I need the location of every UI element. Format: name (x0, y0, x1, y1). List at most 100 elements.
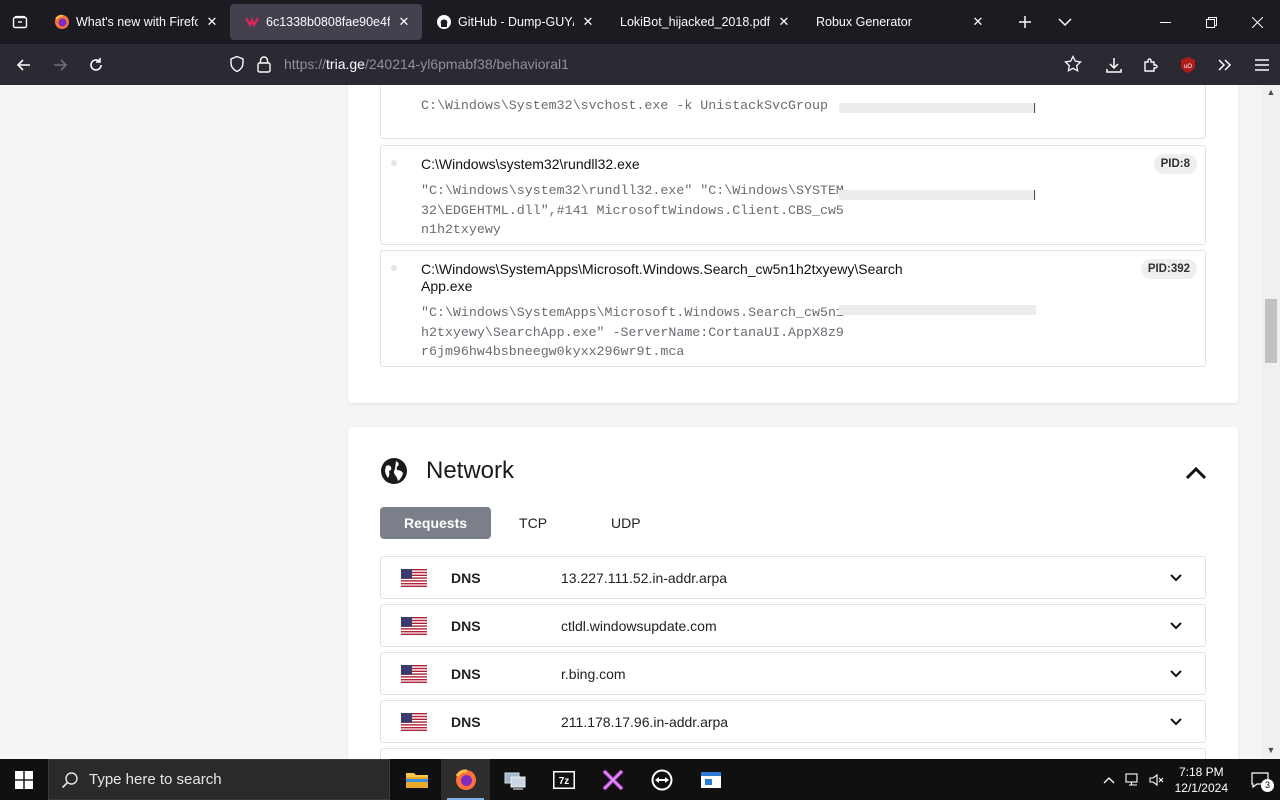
chevron-up-icon (1103, 776, 1115, 783)
section-title: Network (426, 457, 515, 484)
network-icon (1125, 772, 1138, 786)
network-app[interactable] (490, 759, 539, 800)
tab-github[interactable]: GitHub - Dump-GUY/Mal ✕ (422, 4, 606, 40)
volume-button[interactable] (1145, 759, 1169, 800)
close-tab-icon[interactable]: ✕ (204, 14, 220, 30)
triage-icon (245, 17, 259, 28)
ublock-button[interactable]: uO (1169, 44, 1206, 85)
pid-badge: PID:8 (1153, 154, 1197, 174)
show-hidden-icons-button[interactable] (1097, 759, 1121, 800)
page-scrollbar[interactable]: ▲ ▼ (1262, 85, 1280, 759)
scroll-up-icon[interactable]: ▲ (1265, 87, 1277, 99)
plus-icon (1019, 16, 1031, 28)
navigation-toolbar: https://tria.ge/240214-yl6pmabf38/behavi… (0, 44, 1280, 85)
window-controls (1142, 0, 1280, 44)
request-protocol: DNS (451, 666, 481, 682)
tracking-protection-icon[interactable] (228, 55, 246, 73)
chevron-down-icon[interactable] (1169, 716, 1183, 728)
lock-icon[interactable] (256, 55, 272, 73)
system-tray: 7:18 PM 12/1/2024 3 (1097, 759, 1280, 800)
request-row[interactable] (380, 748, 1206, 759)
clock-date: 12/1/2024 (1174, 780, 1228, 795)
github-icon (437, 15, 451, 29)
redacted-divider (1034, 103, 1035, 113)
us-flag-icon (401, 665, 427, 683)
close-tab-icon[interactable]: ✕ (776, 14, 792, 30)
teamviewer-app[interactable] (637, 759, 686, 800)
request-row[interactable]: DNS ctldl.windowsupdate.com (380, 604, 1206, 647)
pid-badge: PID:392 (1140, 259, 1197, 279)
redacted-divider (1034, 190, 1035, 200)
tab-robux[interactable]: Robux Generator ✕ (802, 4, 996, 40)
close-tab-icon[interactable]: ✕ (580, 14, 596, 30)
windows-logo-icon (15, 770, 33, 789)
tab-label: Robux Generator (816, 15, 912, 29)
chevron-down-icon[interactable] (1169, 620, 1183, 632)
bookmark-star-icon[interactable] (1064, 55, 1082, 73)
svg-text:7z: 7z (558, 776, 569, 787)
scroll-down-icon[interactable]: ▼ (1265, 745, 1277, 757)
chevron-down-icon[interactable] (1169, 668, 1183, 680)
close-window-button[interactable] (1234, 0, 1280, 44)
7zip-app[interactable]: 7z (539, 759, 588, 800)
clock-time: 7:18 PM (1178, 764, 1224, 779)
tab-overflow-button[interactable] (1050, 7, 1080, 37)
restore-button[interactable] (1188, 0, 1234, 44)
url-path: /240214-yl6pmabf38/behavioral1 (364, 56, 569, 72)
list-all-tabs-button[interactable] (0, 0, 40, 44)
network-status-button[interactable] (1121, 759, 1145, 800)
address-bar[interactable]: https://tria.ge/240214-yl6pmabf38/behavi… (228, 48, 1098, 80)
process-command-line: C:\Windows\System32\svchost.exe -k Unist… (421, 98, 828, 113)
ida-app[interactable] (588, 759, 637, 800)
ublock-origin-icon: uO (1180, 56, 1195, 73)
puzzle-icon (1143, 57, 1158, 72)
process-command-line: "C:\Windows\SystemApps\Microsoft.Windows… (421, 305, 844, 359)
new-tab-button[interactable] (1010, 7, 1040, 37)
tab-requests[interactable]: Requests (380, 507, 492, 539)
close-tab-icon[interactable]: ✕ (396, 14, 412, 30)
firefox-icon (55, 14, 69, 29)
scrollbar-thumb[interactable] (1265, 299, 1277, 363)
speaker-icon (1149, 773, 1163, 786)
window-app[interactable] (686, 759, 735, 800)
more-tools-button[interactable] (1206, 44, 1243, 85)
request-protocol: DNS (451, 618, 481, 634)
downloads-button[interactable] (1095, 44, 1132, 85)
chevron-down-icon (1058, 18, 1072, 27)
tab-tcp[interactable]: TCP (491, 507, 561, 539)
action-center-button[interactable]: 3 (1240, 759, 1280, 800)
chevron-down-icon[interactable] (1169, 572, 1183, 584)
minimize-button[interactable] (1142, 0, 1188, 44)
chevron-up-icon[interactable] (1184, 463, 1208, 483)
taskbar-search[interactable]: Type here to search (48, 759, 390, 800)
tab-triage[interactable]: 6c1338b0808fae90e4fb024 ✕ (230, 4, 422, 40)
process-tree-dot (391, 265, 397, 271)
back-button[interactable] (6, 47, 42, 83)
close-tab-icon[interactable]: ✕ (970, 14, 986, 30)
app-menu-button[interactable] (1243, 44, 1280, 85)
request-row[interactable]: DNS r.bing.com (380, 652, 1206, 695)
folder-icon (405, 772, 428, 788)
start-button[interactable] (0, 759, 48, 800)
tab-udp[interactable]: UDP (561, 507, 655, 539)
process-item[interactable]: C:\Windows\SystemApps\Microsoft.Windows.… (380, 250, 1206, 367)
us-flag-icon (401, 617, 427, 635)
process-item[interactable]: C:\Windows\System32\svchost.exe -k Unist… (380, 85, 1206, 139)
forward-button[interactable] (42, 47, 78, 83)
tab-list-icon (12, 15, 28, 29)
tab-lokibot-pdf[interactable]: LokiBot_hijacked_2018.pdf ✕ (606, 4, 802, 40)
taskbar-clock[interactable]: 7:18 PM 12/1/2024 (1175, 764, 1228, 796)
request-row[interactable]: DNS 211.178.17.96.in-addr.arpa (380, 700, 1206, 743)
firefox-app[interactable] (441, 759, 490, 800)
request-domain: ctldl.windowsupdate.com (561, 618, 717, 634)
file-explorer-app[interactable] (392, 759, 441, 800)
request-row[interactable]: DNS 13.227.111.52.in-addr.arpa (380, 556, 1206, 599)
url-text[interactable]: https://tria.ge/240214-yl6pmabf38/behavi… (284, 56, 569, 72)
reload-button[interactable] (78, 47, 114, 83)
extensions-button[interactable] (1132, 44, 1169, 85)
arrow-right-icon (54, 58, 68, 71)
process-item[interactable]: C:\Windows\system32\rundll32.exe PID:8 "… (380, 145, 1206, 245)
page-content: C:\Windows\System32\svchost.exe -k Unist… (0, 85, 1262, 759)
globe-icon (381, 458, 407, 484)
tab-whats-new[interactable]: What's new with Firefox ✕ (40, 4, 230, 40)
